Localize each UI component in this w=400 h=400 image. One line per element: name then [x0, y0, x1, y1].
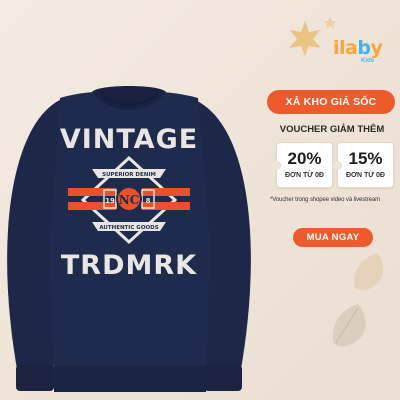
buy-now-button[interactable]: MUA NGAY: [293, 228, 373, 247]
print-ribbon-bottom: AUTHENTIC GOODS: [99, 225, 158, 231]
leaf-decoration-right-mid: [354, 253, 384, 291]
product-banner: VINTAGE SUPERIOR DENIM AUTHENTIC GOODS 1…: [0, 0, 400, 400]
print-left-box: 19: [105, 197, 115, 205]
print-word-bottom: TRDMRK: [61, 250, 197, 281]
coupon-min-order: ĐƠN TỪ 0Đ: [284, 172, 324, 179]
voucher-coupon-20[interactable]: 20% ĐƠN TỪ 0Đ: [272, 142, 333, 188]
sweatshirt-image: VINTAGE SUPERIOR DENIM AUTHENTIC GOODS 1…: [7, 86, 251, 392]
voucher-title: VOUCHER GIẢM THÊM: [279, 124, 385, 135]
coupon-percent: 15%: [348, 149, 383, 168]
leaf-decoration-bottom-right: [333, 304, 366, 347]
leaf-decoration-small: [324, 17, 336, 29]
promo-headline-badge: XẢ KHO GIÁ SỐC: [267, 90, 395, 114]
brand-logo: ilaby Kids: [333, 37, 383, 67]
leaf-decoration-top-right: [289, 21, 321, 56]
coupon-min-order: ĐƠN TỪ 0Đ: [345, 172, 385, 179]
print-word-top: VINTAGE: [60, 124, 198, 155]
logo-kids-label: Kids: [361, 58, 375, 64]
logo-wordmark: ilaby: [333, 37, 383, 59]
shirt-graphic-print: VINTAGE SUPERIOR DENIM AUTHENTIC GOODS 1…: [60, 124, 198, 281]
print-ribbon-top: SUPERIOR DENIM: [102, 172, 156, 178]
voucher-footnote: *Voucher trong shopee video và livestrea…: [270, 197, 380, 203]
coupon-percent: 20%: [287, 149, 322, 168]
print-right-box: 8: [146, 197, 151, 205]
print-monogram: NC: [119, 193, 140, 207]
voucher-coupon-15[interactable]: 15% ĐƠN TỪ 0Đ: [333, 142, 394, 188]
